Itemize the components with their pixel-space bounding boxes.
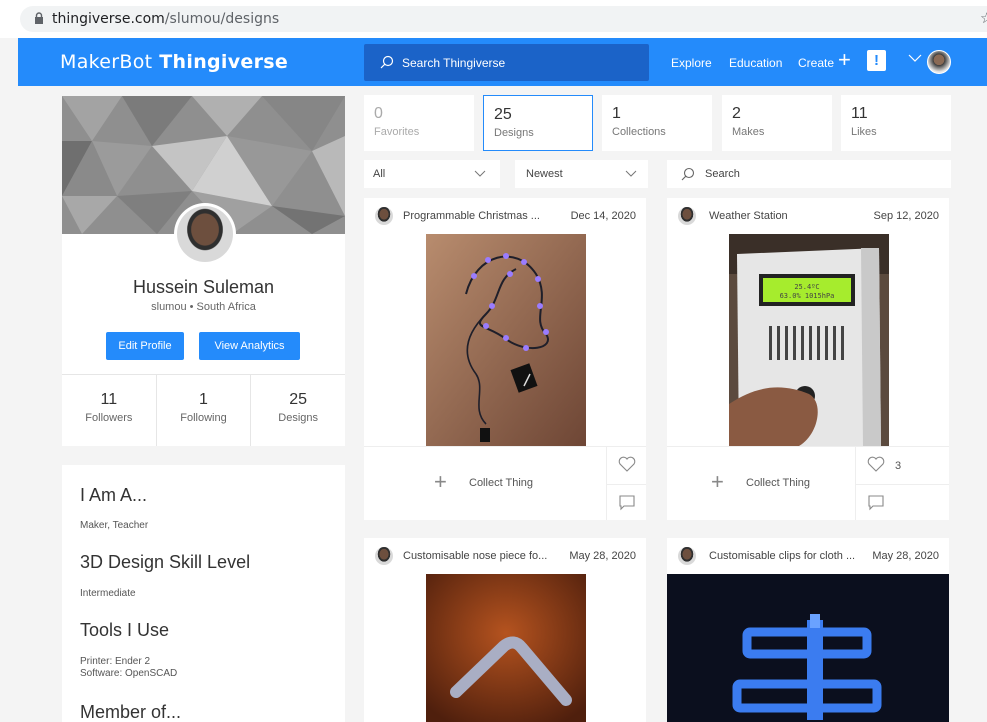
like-heart-icon[interactable] — [867, 456, 885, 472]
profile-avatar[interactable] — [174, 203, 236, 265]
nav-education[interactable]: Education — [729, 56, 782, 70]
designs-search-input[interactable]: Search — [667, 160, 951, 188]
comment-bubble-icon[interactable] — [868, 495, 884, 511]
thing-title[interactable]: Customisable clips for cloth ... — [709, 550, 855, 562]
nav-create[interactable]: Create — [798, 56, 834, 70]
profile-subtitle: slumou • South Africa — [151, 301, 256, 313]
thing-image[interactable]: 25.4ºC 63.0% 1015hPa — [729, 234, 889, 446]
lock-icon — [35, 12, 43, 24]
tools-software: Software: OpenSCAD — [80, 668, 178, 679]
tab-designs[interactable]: 25 Designs — [483, 95, 593, 151]
search-icon — [380, 55, 394, 69]
user-avatar[interactable] — [927, 50, 951, 74]
skill-text: Intermediate — [80, 588, 136, 599]
like-heart-icon[interactable] — [618, 456, 636, 472]
tab-makes[interactable]: 2 Makes — [722, 95, 832, 151]
lcd-line-1: 25.4ºC — [794, 283, 819, 291]
creator-avatar[interactable] — [678, 207, 696, 225]
thing-image[interactable] — [426, 234, 586, 446]
thing-title[interactable]: Customisable nose piece fo... — [403, 550, 547, 562]
search-placeholder: Search Thingiverse — [402, 56, 506, 70]
creator-avatar[interactable] — [678, 547, 696, 565]
thing-title[interactable]: Programmable Christmas ... — [403, 210, 540, 222]
tab-collections[interactable]: 1 Collections — [602, 95, 712, 151]
notification-alert-icon[interactable]: ! — [867, 50, 886, 71]
thing-image[interactable] — [426, 574, 586, 722]
site-logo[interactable]: MakerBot Thingiverse — [60, 51, 288, 73]
chevron-down-icon — [474, 170, 486, 177]
thing-header: Customisable nose piece fo... May 28, 20… — [364, 538, 646, 574]
thing-card[interactable]: Programmable Christmas ... Dec 14, 2020 … — [364, 198, 646, 520]
comment-bubble-icon[interactable] — [619, 495, 635, 511]
thing-card[interactable]: Customisable nose piece fo... May 28, 20… — [364, 538, 646, 722]
thing-footer: + Collect Thing 3 — [667, 446, 949, 520]
thing-header: Customisable clips for cloth ... May 28,… — [667, 538, 949, 574]
thing-date: Dec 14, 2020 — [570, 210, 636, 222]
browser-url-bar: thingiverse.com/slumou/designs ☆ — [0, 0, 987, 38]
thing-card[interactable]: Weather Station Sep 12, 2020 25.4ºC 63.0… — [667, 198, 949, 520]
followers-stat[interactable]: 11 Followers — [62, 375, 157, 446]
member-heading: Member of... — [80, 702, 182, 722]
creator-avatar[interactable] — [375, 207, 393, 225]
create-plus-icon[interactable]: + — [838, 49, 851, 71]
bookmark-star-icon[interactable]: ☆ — [980, 9, 987, 27]
edit-profile-button[interactable]: Edit Profile — [106, 332, 184, 360]
lcd-line-2: 63.0% 1015hPa — [780, 292, 835, 300]
like-count: 3 — [895, 460, 902, 472]
type-filter-select[interactable]: All — [364, 160, 500, 188]
collect-thing-button[interactable]: + Collect Thing — [364, 447, 607, 520]
iam-text: Maker, Teacher — [80, 520, 149, 531]
tools-printer: Printer: Ender 2 — [80, 656, 151, 667]
search-icon — [681, 167, 695, 181]
chevron-down-icon — [625, 170, 637, 177]
thing-date: May 28, 2020 — [569, 550, 636, 562]
tab-favorites[interactable]: 0 Favorites — [364, 95, 474, 151]
tab-likes[interactable]: 11 Likes — [841, 95, 951, 151]
designs-stat[interactable]: 25 Designs — [251, 375, 345, 446]
view-analytics-button[interactable]: View Analytics — [199, 332, 300, 360]
header-search-input[interactable]: Search Thingiverse — [364, 44, 649, 81]
thing-header: Programmable Christmas ... Dec 14, 2020 — [364, 198, 646, 234]
thing-actions: 3 — [855, 447, 949, 520]
tools-heading: Tools I Use — [80, 620, 170, 640]
address-text[interactable]: thingiverse.com/slumou/designs — [52, 11, 279, 27]
about-card: I Am A... Maker, Teacher 3D Design Skill… — [62, 465, 345, 722]
thing-date: May 28, 2020 — [872, 550, 939, 562]
following-stat[interactable]: 1 Following — [157, 375, 252, 446]
thing-header: Weather Station Sep 12, 2020 — [667, 198, 949, 234]
thing-date: Sep 12, 2020 — [873, 210, 939, 222]
iam-heading: I Am A... — [80, 485, 148, 505]
site-header: MakerBot Thingiverse Search Thingiverse … — [18, 38, 987, 86]
plus-icon: + — [434, 469, 447, 494]
skill-heading: 3D Design Skill Level — [80, 552, 251, 572]
profile-stats: 11 Followers 1 Following 25 Designs — [62, 374, 345, 446]
creator-avatar[interactable] — [375, 547, 393, 565]
thing-title[interactable]: Weather Station — [709, 210, 788, 222]
thing-card[interactable]: Customisable clips for cloth ... May 28,… — [667, 538, 949, 722]
thing-image[interactable] — [667, 574, 949, 722]
nav-explore[interactable]: Explore — [671, 56, 712, 70]
profile-card: Hussein Suleman slumou • South Africa Ed… — [62, 96, 345, 446]
sort-select[interactable]: Newest — [515, 160, 648, 188]
profile-name: Hussein Suleman — [132, 277, 275, 297]
plus-icon: + — [711, 469, 724, 494]
thing-footer: + Collect Thing — [364, 446, 646, 520]
thing-actions — [606, 447, 646, 520]
chevron-down-icon[interactable] — [908, 53, 922, 63]
